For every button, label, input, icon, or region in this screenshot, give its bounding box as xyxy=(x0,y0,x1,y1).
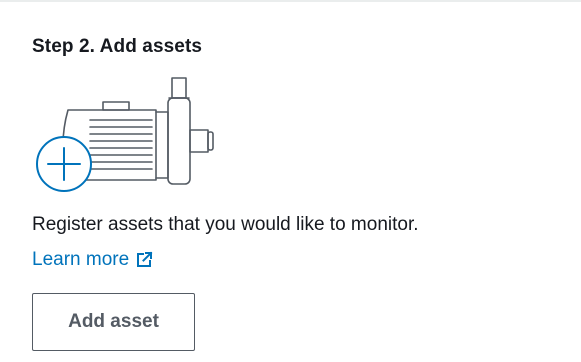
add-assets-card: Step 2. Add assets Register assets that … xyxy=(0,0,581,362)
card-title: Step 2. Add assets xyxy=(32,36,203,57)
learn-more-link[interactable]: Learn more xyxy=(32,249,153,271)
motor-pump-icon xyxy=(36,77,214,192)
external-link-icon xyxy=(135,251,153,269)
learn-more-label: Learn more xyxy=(32,249,130,270)
plus-circle-icon xyxy=(36,136,92,192)
asset-illustration xyxy=(28,72,238,202)
add-asset-button[interactable]: Add asset xyxy=(32,293,195,351)
card-description: Register assets that you would like to m… xyxy=(32,214,419,235)
